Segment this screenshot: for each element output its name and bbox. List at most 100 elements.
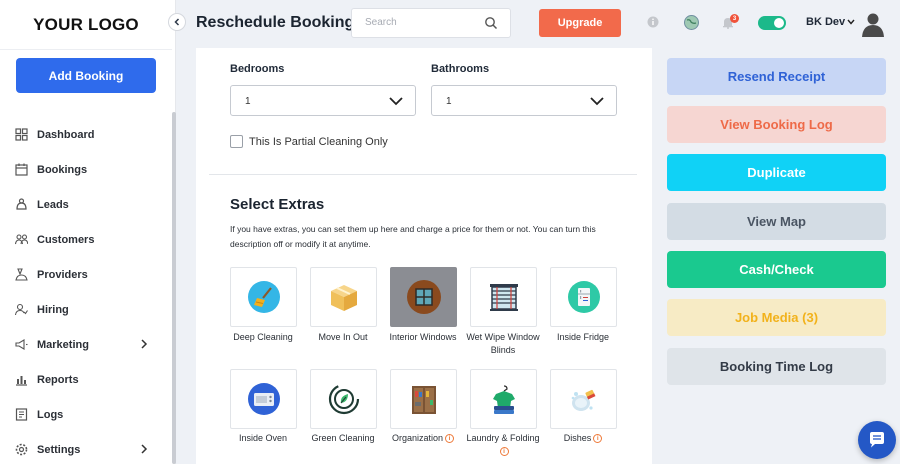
broom-icon [247, 281, 280, 313]
extra-tile-interior-windows[interactable] [390, 267, 457, 327]
blinds-icon [489, 284, 518, 311]
sidebar-item-settings[interactable]: Settings [0, 432, 172, 464]
window-icon [406, 280, 441, 314]
sidebar-item-marketing[interactable]: Marketing [0, 327, 172, 362]
calendar-icon [15, 163, 28, 176]
chevron-right-icon [141, 339, 148, 349]
box-icon [330, 285, 357, 311]
view-booking-log-button[interactable]: View Booking Log [667, 106, 886, 143]
info-icon[interactable]: i [499, 447, 509, 456]
sidebar-nav: Dashboard Bookings Leads Customers Provi… [0, 117, 172, 464]
extra-label: Laundry & Folding [466, 433, 540, 443]
laundry-icon [492, 385, 515, 414]
extra-tile-green-cleaning[interactable] [310, 369, 377, 429]
extra-label: Interior Windows [389, 332, 457, 342]
sidebar-item-label: Bookings [37, 163, 88, 176]
sidebar-item-label: Hiring [37, 303, 69, 316]
upgrade-button[interactable]: Upgrade [539, 9, 621, 37]
partial-cleaning-label[interactable]: This Is Partial Cleaning Only [249, 136, 388, 148]
extra-label: Inside Fridge [556, 332, 610, 342]
chat-button[interactable] [858, 421, 896, 459]
chevron-left-icon [174, 18, 180, 26]
logs-icon [15, 408, 28, 421]
extra-tile-window-blinds[interactable] [470, 267, 537, 327]
add-booking-button[interactable]: Add Booking [16, 58, 156, 93]
notification-badge: 3 [730, 14, 739, 23]
info-icon[interactable]: i [445, 434, 455, 443]
booking-time-log-button[interactable]: Booking Time Log [667, 348, 886, 385]
extra-tile-organization[interactable] [390, 369, 457, 429]
search-input[interactable] [365, 17, 475, 28]
partial-cleaning-checkbox[interactable] [230, 135, 243, 148]
sidebar-item-label: Reports [37, 373, 79, 386]
bathrooms-select[interactable]: 1 [431, 85, 617, 116]
extra-tile-inside-oven[interactable] [230, 369, 297, 429]
user-menu[interactable]: BK Dev [806, 16, 855, 28]
extra-tile-laundry-folding[interactable] [470, 369, 537, 429]
extra-tile-dishes[interactable] [550, 369, 617, 429]
job-media-button[interactable]: Job Media (3) [667, 299, 886, 336]
fridge-icon [567, 281, 600, 313]
divider [209, 174, 637, 175]
extra-label: Dishes [563, 433, 592, 443]
customers-icon [14, 233, 29, 246]
providers-icon [15, 268, 28, 281]
duplicate-button[interactable]: Duplicate [667, 154, 886, 191]
sidebar-item-logs[interactable]: Logs [0, 397, 172, 432]
marketing-icon [15, 338, 28, 351]
reports-icon [15, 373, 28, 386]
chat-icon [870, 432, 884, 448]
info-icon[interactable] [647, 16, 659, 28]
sidebar-item-leads[interactable]: Leads [0, 187, 172, 222]
extra-label-organization: Organization i [383, 432, 463, 445]
extra-label-laundry: Laundry & Folding i [463, 432, 543, 458]
cash-check-button[interactable]: Cash/Check [667, 251, 886, 288]
dishes-icon [571, 389, 595, 411]
gear-icon [15, 443, 28, 456]
sidebar-item-label: Marketing [37, 338, 89, 351]
globe-icon[interactable] [684, 15, 699, 30]
extra-label: Organization [391, 433, 444, 443]
bathrooms-label: Bathrooms [431, 63, 490, 75]
sidebar-item-customers[interactable]: Customers [0, 222, 172, 257]
sidebar-item-bookings[interactable]: Bookings [0, 152, 172, 187]
sidebar: YOUR LOGO Add Booking Dashboard Bookings… [0, 0, 176, 464]
resend-receipt-button[interactable]: Resend Receipt [667, 58, 886, 95]
hiring-icon [14, 303, 28, 316]
extra-label: Move In Out [318, 332, 368, 342]
sidebar-item-label: Settings [37, 443, 81, 456]
extra-tile-deep-cleaning[interactable] [230, 267, 297, 327]
extras-title: Select Extras [230, 196, 325, 213]
sidebar-item-label: Leads [37, 198, 69, 211]
sidebar-item-label: Logs [37, 408, 64, 421]
search-box[interactable] [351, 8, 511, 38]
sidebar-item-label: Providers [37, 268, 88, 281]
cabinet-icon [411, 386, 436, 414]
sidebar-scrollbar[interactable] [172, 112, 176, 464]
extra-label: Deep Cleaning [233, 332, 293, 342]
bedrooms-label: Bedrooms [230, 63, 285, 75]
info-icon[interactable]: i [593, 434, 603, 443]
sidebar-item-hiring[interactable]: Hiring [0, 292, 172, 327]
collapse-sidebar-button[interactable] [168, 13, 186, 31]
search-icon[interactable] [484, 16, 498, 30]
extra-tile-move-in-out[interactable] [310, 267, 377, 327]
sidebar-item-label: Dashboard [37, 128, 95, 141]
toggle-knob [774, 18, 784, 28]
logo[interactable]: YOUR LOGO [0, 0, 172, 50]
chevron-down-icon [590, 97, 604, 106]
extra-label: Inside Oven [238, 433, 288, 443]
eco-icon [328, 383, 359, 415]
sidebar-item-reports[interactable]: Reports [0, 362, 172, 397]
sidebar-item-providers[interactable]: Providers [0, 257, 172, 292]
toggle-switch[interactable] [758, 16, 786, 30]
sidebar-item-label: Customers [37, 233, 95, 246]
extra-label: Wet Wipe Window Blinds [466, 332, 540, 355]
avatar[interactable] [861, 11, 885, 37]
extras-description: If you have extras, you can set them up … [230, 224, 596, 249]
bedrooms-select[interactable]: 1 [230, 85, 416, 116]
sidebar-item-dashboard[interactable]: Dashboard [0, 117, 172, 152]
view-map-button[interactable]: View Map [667, 203, 886, 240]
dashboard-icon [15, 128, 28, 141]
extra-tile-inside-fridge[interactable] [550, 267, 617, 327]
